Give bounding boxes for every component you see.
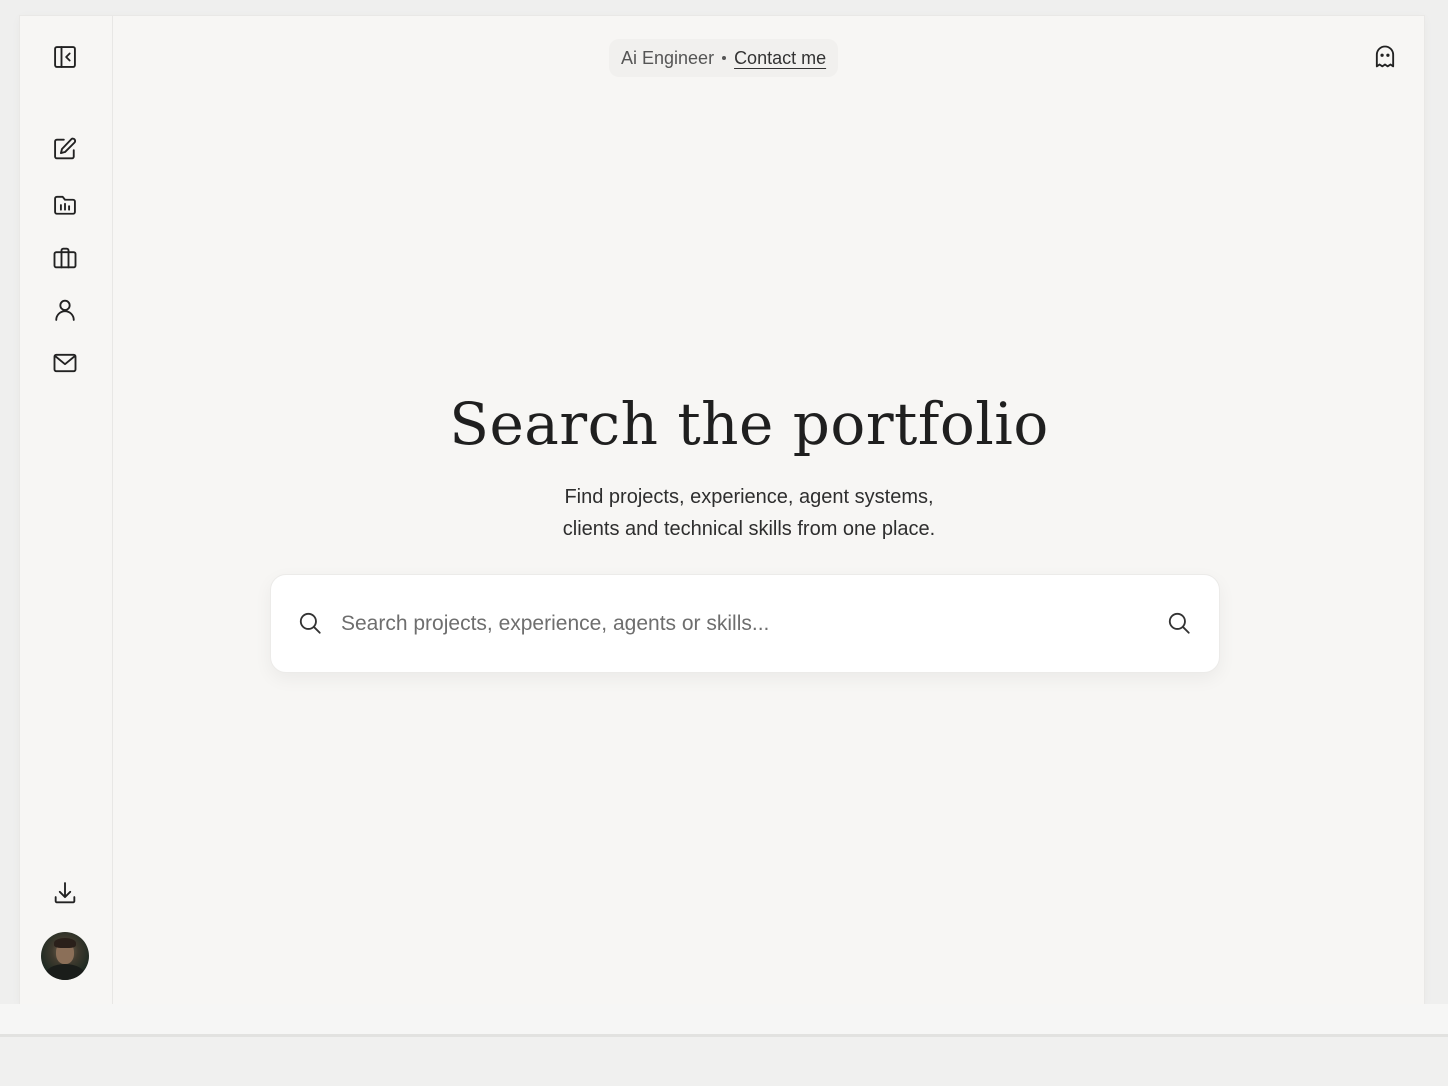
- role-text: Ai Engineer: [621, 47, 715, 68]
- sidebar-collapse-icon[interactable]: [49, 41, 81, 73]
- download-icon[interactable]: [49, 877, 81, 909]
- ghost-icon[interactable]: [1369, 41, 1401, 73]
- header-pill: Ai Engineer Contact me: [609, 39, 839, 77]
- mail-icon[interactable]: [49, 347, 81, 379]
- user-icon[interactable]: [49, 294, 81, 326]
- folder-chart-icon[interactable]: [49, 189, 81, 221]
- bottom-shelf: [0, 1004, 1448, 1037]
- contact-link[interactable]: Contact me: [734, 48, 826, 69]
- search-icon: [297, 610, 323, 641]
- subtitle-line-2: clients and technical skills from one pl…: [562, 518, 936, 540]
- search-input[interactable]: [339, 605, 1123, 643]
- search-box: [270, 574, 1220, 673]
- briefcase-icon[interactable]: [49, 242, 81, 274]
- avatar-shoulders: [45, 964, 85, 980]
- page-subtitle: Find projects, experience, agent systems…: [20, 481, 1448, 545]
- app-window: Ai Engineer Contact me Search the portfo…: [20, 16, 1424, 1004]
- edit-icon[interactable]: [49, 133, 81, 165]
- search-submit-icon[interactable]: [1166, 610, 1192, 641]
- bottom-area: [0, 1037, 1448, 1086]
- avatar-hair: [54, 938, 76, 948]
- separator-dot: [722, 56, 727, 60]
- page-title: Search the portfolio: [449, 390, 1049, 458]
- subtitle-line-1: Find projects, experience, agent systems…: [564, 486, 934, 508]
- avatar[interactable]: [41, 932, 89, 980]
